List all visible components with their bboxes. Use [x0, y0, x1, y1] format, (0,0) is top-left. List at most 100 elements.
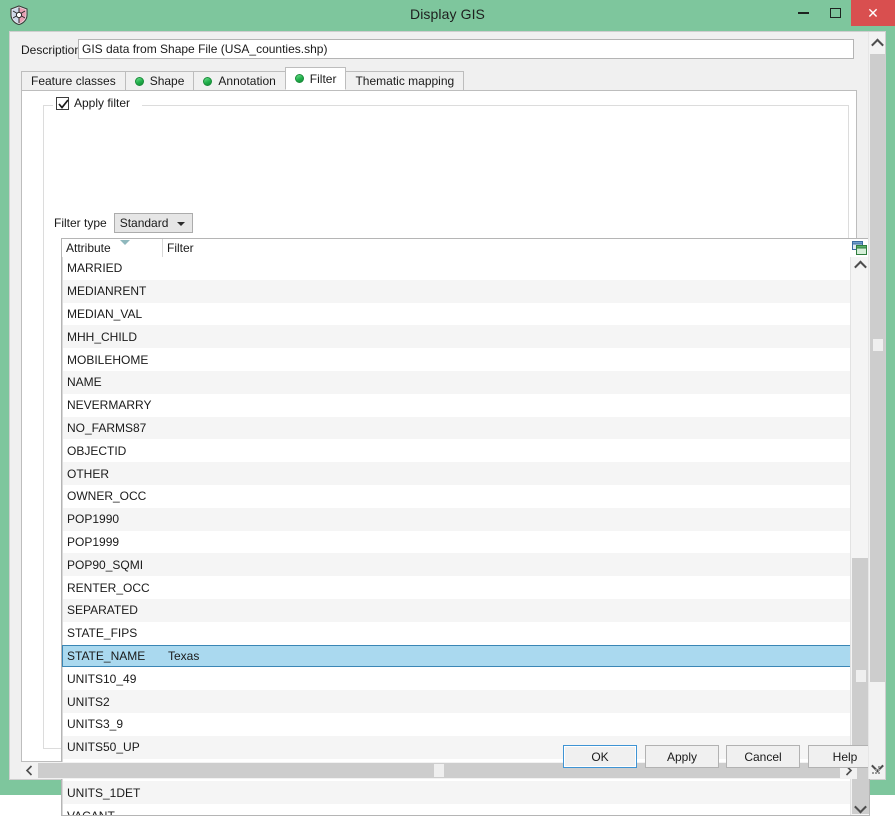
cell-attribute: UNITS2	[63, 695, 163, 709]
table-row[interactable]: OTHER	[62, 462, 851, 485]
dialog-scrollbar-thumb[interactable]	[870, 54, 885, 682]
tab-strip: Feature classes Shape Annotation Filter …	[21, 68, 463, 90]
cancel-button[interactable]: Cancel	[726, 745, 800, 768]
cell-attribute: OWNER_OCC	[63, 489, 163, 503]
filter-type-value: Standard	[120, 216, 169, 230]
chevron-down-icon	[177, 222, 185, 226]
filter-type-select[interactable]: Standard	[114, 213, 193, 233]
table-row[interactable]: MHH_CHILD	[62, 325, 851, 348]
table-row[interactable]: SEPARATED	[62, 599, 851, 622]
table-row[interactable]: RENTER_OCC	[62, 576, 851, 599]
grid-rows: MARRIED MEDIANRENT MEDIAN_VAL MHH_C	[62, 257, 851, 816]
tab-label: Feature classes	[31, 74, 116, 88]
checkbox-box	[56, 97, 69, 110]
grid-header-row: Attribute Filter	[61, 238, 870, 258]
cell-attribute: MARRIED	[63, 261, 163, 275]
ok-button[interactable]: OK	[563, 745, 637, 768]
description-label: Description	[21, 43, 81, 57]
dialog-vertical-scrollbar[interactable]	[868, 32, 885, 779]
chevron-down-icon	[854, 800, 867, 813]
ok-button-label: OK	[591, 750, 608, 764]
grid-vertical-scrollbar[interactable]	[850, 257, 869, 816]
dialog-scroll-up-button[interactable]	[869, 34, 886, 52]
apply-filter-label: Apply filter	[74, 96, 130, 110]
table-row[interactable]: NAME	[62, 371, 851, 394]
tab-filter[interactable]: Filter	[285, 67, 347, 90]
table-row[interactable]: NEVERMARRY	[62, 394, 851, 417]
table-row[interactable]: POP1999	[62, 531, 851, 554]
table-row[interactable]: OBJECTID	[62, 439, 851, 462]
tab-feature-classes[interactable]: Feature classes	[21, 71, 126, 90]
table-row-selected[interactable]: STATE_NAME Texas	[62, 645, 851, 668]
cell-attribute: MHH_CHILD	[63, 330, 163, 344]
maximize-button[interactable]	[819, 0, 851, 26]
column-header-attribute[interactable]: Attribute	[62, 239, 162, 257]
cell-attribute: OBJECTID	[63, 444, 163, 458]
minimize-icon	[798, 12, 809, 14]
table-row[interactable]: POP90_SQMI	[62, 553, 851, 576]
description-row: Description	[10, 38, 868, 62]
cell-attribute: UNITS_1DET	[63, 786, 163, 800]
table-row[interactable]: POP1990	[62, 508, 851, 531]
cell-attribute: POP1990	[63, 512, 163, 526]
filter-type-row: Filter type Standard	[54, 213, 193, 233]
tab-label: Thematic mapping	[355, 74, 454, 88]
display-gis-window: Display GIS ✕ Description Feature classe…	[0, 0, 895, 795]
table-row[interactable]: UNITS10_49	[62, 667, 851, 690]
tab-label: Filter	[310, 72, 337, 86]
maximize-icon	[830, 8, 841, 18]
cell-attribute: RENTER_OCC	[63, 581, 163, 595]
scrollbar-grip	[856, 670, 866, 682]
cell-attribute: NO_FARMS87	[63, 421, 163, 435]
table-row[interactable]: MOBILEHOME	[62, 348, 851, 371]
sort-descending-icon	[120, 240, 130, 245]
scroll-down-button[interactable]	[851, 800, 869, 816]
scrollbar-grip	[873, 339, 883, 351]
cell-attribute: STATE_FIPS	[63, 626, 163, 640]
table-row[interactable]: NO_FARMS87	[62, 417, 851, 440]
column-chooser-icon[interactable]	[850, 239, 869, 257]
window-controls: ✕	[787, 0, 895, 31]
apply-filter-checkbox[interactable]: Apply filter	[53, 96, 133, 110]
check-icon	[58, 99, 69, 110]
cell-attribute: STATE_NAME	[63, 649, 163, 663]
column-header-filter[interactable]: Filter	[162, 239, 869, 257]
cell-filter[interactable]: Texas	[163, 649, 850, 663]
tab-thematic-mapping[interactable]: Thematic mapping	[345, 71, 464, 90]
close-button[interactable]: ✕	[851, 0, 895, 26]
cell-attribute: VACANT	[63, 809, 163, 816]
table-row[interactable]: VACANT	[62, 804, 851, 816]
tab-annotation[interactable]: Annotation	[193, 71, 285, 90]
tab-label: Shape	[150, 74, 185, 88]
cell-attribute: NAME	[63, 375, 163, 389]
table-row[interactable]: UNITS2	[62, 690, 851, 713]
chevron-up-icon	[854, 260, 867, 273]
table-row[interactable]: UNITS_1DET	[62, 781, 851, 804]
table-row[interactable]: OWNER_OCC	[62, 485, 851, 508]
chevron-up-icon	[871, 38, 884, 51]
title-bar[interactable]: Display GIS ✕	[0, 0, 895, 31]
table-row[interactable]: MEDIAN_VAL	[62, 303, 851, 326]
minimize-button[interactable]	[787, 0, 819, 26]
close-icon: ✕	[867, 5, 879, 22]
description-input[interactable]	[78, 39, 854, 59]
status-dot-icon	[135, 77, 144, 86]
cell-attribute: MOBILEHOME	[63, 353, 163, 367]
table-row[interactable]: STATE_FIPS	[62, 622, 851, 645]
cancel-button-label: Cancel	[744, 750, 781, 764]
table-row[interactable]: MEDIANRENT	[62, 280, 851, 303]
tab-shape[interactable]: Shape	[125, 71, 195, 90]
scroll-up-button[interactable]	[851, 257, 869, 273]
cell-attribute: OTHER	[63, 467, 163, 481]
table-row[interactable]: MARRIED	[62, 257, 851, 280]
table-row[interactable]: UNITS3_9	[62, 713, 851, 736]
cell-attribute: MEDIAN_VAL	[63, 307, 163, 321]
window-title: Display GIS	[0, 6, 895, 22]
tab-label: Annotation	[218, 74, 275, 88]
cell-attribute: NEVERMARRY	[63, 398, 163, 412]
cell-attribute: SEPARATED	[63, 603, 163, 617]
resize-grip-icon[interactable]	[871, 765, 881, 775]
help-button-label: Help	[833, 750, 858, 764]
attribute-filter-grid: Attribute Filter	[61, 238, 870, 816]
apply-button[interactable]: Apply	[645, 745, 719, 768]
